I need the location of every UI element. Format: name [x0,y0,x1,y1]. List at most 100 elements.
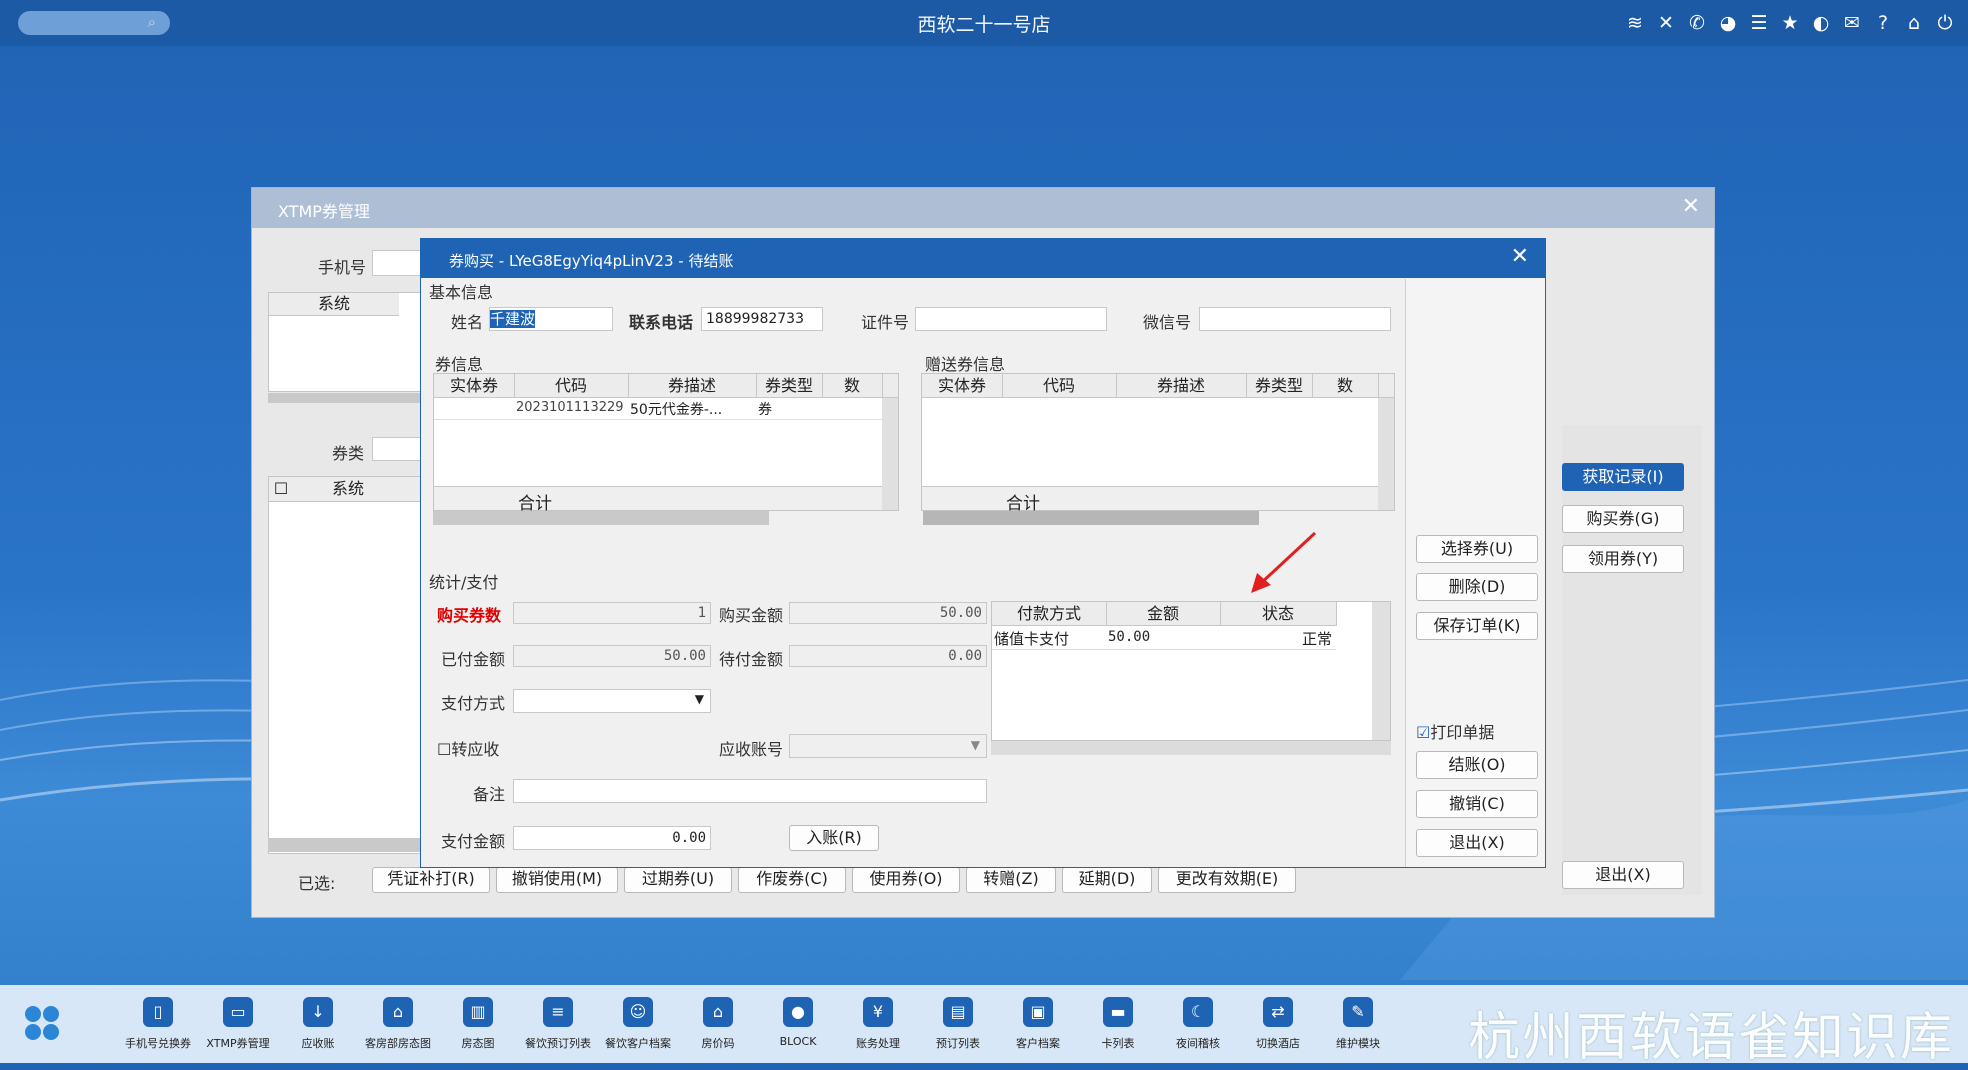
chevron-down-icon: ▼ [694,692,704,706]
taskbar-room-status[interactable]: ▥ 房态图 [438,997,518,1051]
moon-icon[interactable]: ◐ [1810,11,1832,35]
void-button[interactable]: 作废券(C) [738,867,846,893]
taskbar-night-audit[interactable]: ☾ 夜间稽核 [1158,997,1238,1051]
scrollbar[interactable] [433,511,769,525]
delete-button[interactable]: 删除(D) [1416,573,1538,601]
bottom-toolbar: 凭证补打(R) 撤销使用(M) 过期券(U) 作废券(C) 使用券(O) 转赠(… [372,867,1296,893]
checkbox-checked-icon[interactable]: ☑ [1416,723,1430,742]
undo-button[interactable]: 撤销(C) [1416,790,1538,818]
type-input[interactable] [372,437,422,461]
taskbar-switch-hotel[interactable]: ⇄ 切换酒店 [1238,997,1318,1051]
col-desc: 券描述 [1116,374,1247,398]
taskbar-coupon-management[interactable]: ▭ XTMP券管理 [198,997,278,1051]
claim-coupon-button[interactable]: 领用券(Y) [1562,545,1684,573]
gift-table-header: 实体券 代码 券描述 券类型 数 [922,374,1394,398]
dialog-title: 券购买 - LYeG8EgyYiq4pLinV23 - 待结账 [421,239,1545,278]
id-field[interactable] [915,307,1107,331]
cell-pay-status: 正常 [1301,630,1332,648]
customer-icon: ☺ [623,997,653,1027]
revoke-use-button[interactable]: 撤销使用(M) [496,867,618,893]
payment-section: 统计/支付 [429,573,499,592]
start-menu-icon[interactable] [22,1003,62,1043]
side-panel: 选择券(U) 删除(D) 保存订单(K) ☑打印单据 结账(O) 撤销(C) 退… [1405,279,1545,867]
top-icons: ≋ ✕ ✆ ◕ ☰ ★ ◐ ✉ ? ⌂ ⏻ [1624,11,1956,35]
close-icon[interactable]: ✕ [1511,244,1529,269]
scrollbar[interactable] [923,511,1259,525]
phone-icon[interactable]: ✆ [1686,11,1708,35]
menu-icon[interactable]: ☰ [1748,11,1770,35]
use-button[interactable]: 使用券(O) [852,867,960,893]
phone-label: 联系电话 [629,313,694,332]
taskbar-label: 客房部房态图 [365,1037,431,1050]
taskbar-customer-profile[interactable]: ▣ 客户档案 [998,997,1078,1051]
paid-field: 50.00 [513,645,711,667]
checkout-button[interactable]: 结账(O) [1416,751,1538,779]
col-pay-amount: 金额 [1106,602,1221,626]
wifi-icon[interactable]: ≋ [1624,11,1646,35]
taskbar-rate-code[interactable]: ⌂ 房价码 [678,997,758,1051]
table-row[interactable]: 储值卡支付 50.00 正常 [992,626,1336,650]
taskbar-dining-customers[interactable]: ☺ 餐饮客户档案 [598,997,678,1051]
exit-button[interactable]: 退出(X) [1416,829,1538,857]
tools-icon[interactable]: ✕ [1655,11,1677,35]
cell-desc: 50元代金券-... [630,402,723,418]
scrollbar[interactable] [882,398,898,510]
col-pay-status: 状态 [1220,602,1337,626]
power-icon[interactable]: ⏻ [1934,11,1956,35]
name-label: 姓名 [451,313,484,332]
phone-input[interactable] [372,250,422,276]
help-icon[interactable]: ? [1872,11,1894,35]
taskbar-label: XTMP券管理 [206,1037,270,1050]
close-icon[interactable]: ✕ [1682,194,1700,219]
taskbar-phone-exchange[interactable]: ▯ 手机号兑换券 [118,997,198,1051]
fetch-records-button[interactable]: 获取记录(I) [1562,463,1684,491]
col-qty: 数 [822,374,883,398]
taskbar-label: 客户档案 [1016,1037,1060,1050]
exit-button[interactable]: 退出(X) [1562,861,1684,889]
star-icon[interactable]: ★ [1779,11,1801,35]
name-field[interactable]: 千建波 [489,307,613,331]
taskbar-card-list[interactable]: ▬ 卡列表 [1078,997,1158,1051]
pay-amount-input[interactable]: 0.00 [513,826,711,850]
buy-coupon-button[interactable]: 购买券(G) [1562,505,1684,533]
receivable-account-select[interactable]: ▼ [789,734,987,758]
print-label: 打印单据 [1430,723,1495,742]
wechat-field[interactable] [1199,307,1391,331]
taskbar-booking-list[interactable]: ▤ 预订列表 [918,997,998,1051]
col-qty: 数 [1312,374,1379,398]
select-coupon-button[interactable]: 选择券(U) [1416,535,1538,563]
taskbar-receivable[interactable]: ↓ 应收账 [278,997,358,1051]
extend-button[interactable]: 延期(D) [1062,867,1152,893]
scrollbar[interactable] [1378,398,1394,510]
change-validity-button[interactable]: 更改有效期(E) [1158,867,1296,893]
scrollbar[interactable] [268,838,428,852]
taskbar-block[interactable]: ● BLOCK [758,997,838,1048]
taskbar-label: 餐饮客户档案 [605,1037,671,1050]
expired-button[interactable]: 过期券(U) [624,867,732,893]
reprint-button[interactable]: 凭证补打(R) [372,867,490,893]
payment-method-select[interactable]: ▼ [513,689,711,713]
save-order-button[interactable]: 保存订单(K) [1416,612,1538,640]
coupon-info-section: 券信息 [435,355,484,374]
remark-input[interactable] [513,779,987,803]
taskbar-room-map[interactable]: ⌂ 客房部房态图 [358,997,438,1051]
post-button[interactable]: 入账(R) [789,825,879,851]
home-icon[interactable]: ⌂ [1903,11,1925,35]
table-row[interactable]: 2023101113229 50元代金券-... 券 [434,398,882,420]
scrollbar[interactable] [268,393,428,403]
palette-icon[interactable]: ◕ [1717,11,1739,35]
taskbar-accounting[interactable]: ¥ 账务处理 [838,997,918,1051]
watermark: 杭州西软语雀知识库 [1467,1008,1954,1068]
taskbar-dining-bookings[interactable]: ≡ 餐饮预订列表 [518,997,598,1051]
print-receipt-checkbox[interactable]: ☑打印单据 [1416,719,1494,743]
taskbar-maintenance[interactable]: ✎ 维护模块 [1318,997,1398,1051]
transfer-button[interactable]: 转赠(Z) [966,867,1056,893]
checkbox-icon[interactable]: ☐ [437,740,451,759]
scrollbar[interactable] [991,741,1391,755]
mail-icon[interactable]: ✉ [1841,11,1863,35]
phone-field[interactable]: 18899982733 [701,307,823,331]
scrollbar[interactable] [1372,602,1390,740]
column-header-row: ☐ 系统 [269,477,427,502]
select-all-checkbox[interactable]: ☐ [269,477,293,501]
receivable-checkbox[interactable]: ☐转应收 [437,736,499,760]
